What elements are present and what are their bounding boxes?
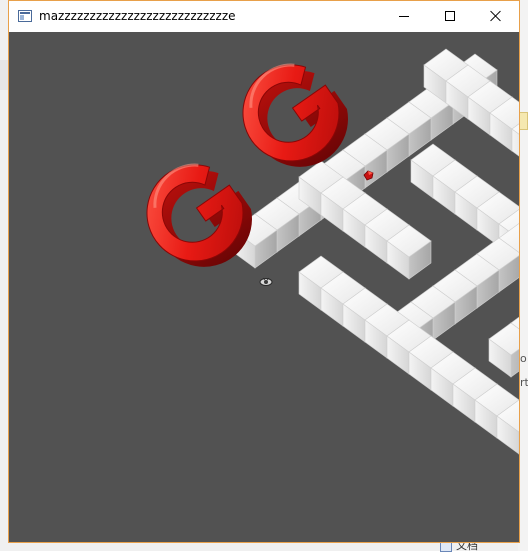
background-highlight-fragment	[519, 112, 528, 130]
close-button[interactable]	[473, 1, 519, 32]
maze-wall-block	[488, 322, 519, 378]
minimize-icon	[399, 16, 409, 17]
background-window-fragment	[0, 60, 8, 90]
window-title: mazzzzzzzzzzzzzzzzzzzzzzzzzzze	[39, 9, 236, 23]
maze-scene	[146, 48, 519, 455]
minimize-button[interactable]	[381, 1, 427, 32]
close-icon	[490, 10, 502, 22]
app-icon	[18, 10, 32, 22]
title-bar[interactable]: mazzzzzzzzzzzzzzzzzzzzzzzzzzze	[9, 1, 519, 32]
game-window: mazzzzzzzzzzzzzzzzzzzzzzzzzzze	[8, 0, 520, 543]
background-text-fragment: o	[520, 352, 527, 365]
logo-letter-g-lower	[146, 163, 252, 267]
maximize-button[interactable]	[427, 1, 473, 32]
background-text-fragment: rt	[520, 376, 528, 389]
player-eye-icon[interactable]	[259, 277, 273, 286]
maximize-icon	[445, 11, 455, 21]
game-viewport[interactable]	[9, 32, 519, 542]
maze-walls	[232, 48, 519, 455]
